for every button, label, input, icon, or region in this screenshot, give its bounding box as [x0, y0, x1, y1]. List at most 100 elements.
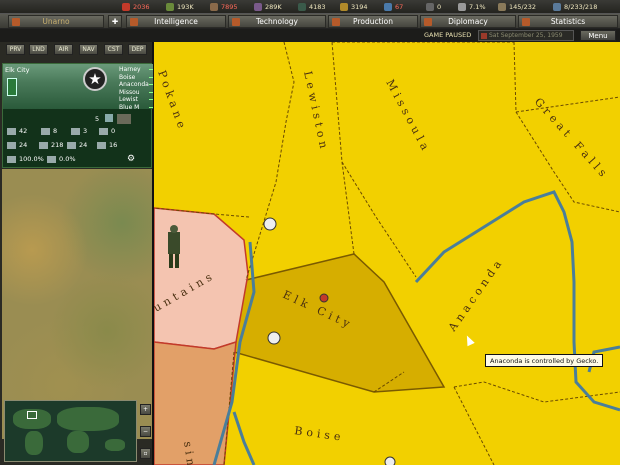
terrain-preview	[2, 169, 152, 439]
research-value: 67	[395, 3, 404, 11]
left-panel: PRV LND AIR NAV CST DEP Elk City ★ Harne…	[0, 42, 154, 465]
unit-count: 5	[95, 115, 100, 123]
minimap-landmass	[105, 439, 125, 451]
stat-drop: 218	[39, 141, 63, 149]
goods-icon	[254, 3, 262, 11]
neighbor-label: Missou	[119, 88, 140, 96]
cross-button[interactable]: ✚	[108, 15, 122, 28]
province-tooltip: Anaconda is controlled by Gecko.	[485, 354, 604, 367]
stat-value: 16	[109, 141, 118, 149]
money-icon	[122, 3, 130, 11]
toggle-icon: ▫	[143, 450, 148, 457]
filter-lnd-button[interactable]: LND	[29, 44, 48, 55]
research-icon	[384, 3, 392, 11]
stat-tool: 8	[41, 127, 57, 135]
filter-prv-button[interactable]: PRV	[6, 44, 25, 55]
factory-icon	[7, 127, 16, 135]
crate-icon	[97, 141, 106, 149]
tool-icon	[41, 127, 50, 135]
stat-value: 100.0%	[19, 155, 44, 163]
filter-dep-button[interactable]: DEP	[128, 44, 147, 55]
drop-icon	[39, 141, 48, 149]
stat-value: 42	[19, 127, 28, 135]
intelligence-button[interactable]: Intelligence	[126, 15, 226, 28]
neighbor-item[interactable]: Boise	[119, 74, 153, 82]
neighbor-item[interactable]: Missou	[119, 89, 153, 97]
food-resource[interactable]: 193K	[166, 0, 194, 14]
neighbor-label: Lewist	[119, 96, 138, 103]
production-icon	[332, 18, 340, 26]
intelligence-icon	[130, 18, 138, 26]
stat-tank: 0	[99, 127, 115, 135]
diplomacy-label: Diplomacy	[448, 17, 488, 26]
minimap-zoom-in-button[interactable]: +	[140, 404, 151, 415]
neighbor-item[interactable]: Harney	[119, 66, 153, 74]
tank-icon	[99, 127, 108, 135]
diplomacy-button[interactable]: Diplomacy	[420, 15, 516, 28]
link-icon	[149, 84, 153, 85]
minimap-zoom-out-button[interactable]: −	[140, 426, 151, 437]
alert-resource[interactable]: 0	[426, 0, 441, 14]
military-resource[interactable]: 8/233/218	[553, 0, 597, 14]
minimap-viewport[interactable]	[27, 411, 37, 419]
oil-resource[interactable]: 4183	[298, 0, 326, 14]
game-paused-label: GAME PAUSED	[424, 31, 472, 39]
city-marker-elk-city[interactable]	[267, 331, 281, 345]
minimap-landmass	[25, 431, 43, 455]
settings-button[interactable]: ⚙	[127, 154, 135, 164]
wheat-icon	[7, 141, 16, 149]
neighbor-item[interactable]: Blue M	[119, 104, 153, 112]
production-button[interactable]: Production	[328, 15, 418, 28]
city-marker-boise[interactable]	[384, 456, 396, 465]
alert-value: 0	[437, 3, 442, 11]
stat-value: 3	[83, 127, 88, 135]
approval-resource[interactable]: 7.1%	[458, 0, 486, 14]
link-icon	[149, 91, 153, 93]
raw-materials-value: 7895	[221, 3, 238, 11]
approval-value: 7.1%	[469, 3, 486, 11]
money-resource[interactable]: 2036	[122, 0, 150, 14]
minimap[interactable]	[4, 400, 137, 462]
plus-icon: ✚	[111, 17, 119, 26]
neighbor-item[interactable]: Lewist	[119, 96, 153, 104]
statistics-button[interactable]: Statistics	[518, 15, 618, 28]
nation-name: Unarno	[42, 17, 70, 26]
capital-marker[interactable]	[319, 293, 329, 303]
alert-icon	[426, 3, 434, 11]
population-resource[interactable]: 145/232	[498, 0, 536, 14]
raw-materials-icon	[210, 3, 218, 11]
nation-selector[interactable]: Unarno	[8, 15, 104, 28]
gear-icon	[71, 127, 80, 135]
date-display[interactable]: Sat September 25, 1959	[478, 30, 574, 41]
filter-nav-button[interactable]: NAV	[79, 44, 98, 55]
population-icon	[498, 3, 506, 11]
neighbor-label: Blue M	[119, 103, 140, 111]
filter-cst-button[interactable]: CST	[104, 44, 123, 55]
world-map[interactable]: Pokane Lewiston Missoula Great Falls Ana…	[154, 42, 620, 465]
raw-materials-resource[interactable]: 7895	[210, 0, 238, 14]
research-resource[interactable]: 67	[384, 0, 403, 14]
filter-air-button[interactable]: AIR	[54, 44, 73, 55]
minimap-landmass	[57, 407, 119, 431]
minimap-toggle-button[interactable]: ▫	[140, 448, 151, 459]
goods-resource[interactable]: 289K	[254, 0, 282, 14]
intelligence-label: Intelligence	[154, 17, 198, 26]
city-marker-lewiston[interactable]	[263, 217, 277, 231]
map-regions[interactable]: Pokane Lewiston Missoula Great Falls Ana…	[154, 42, 620, 465]
stat-factory: 42	[7, 127, 27, 135]
neighbor-item[interactable]: Anaconda	[119, 81, 153, 89]
cash-resource[interactable]: 3194	[340, 0, 368, 14]
stat-value: 24	[19, 141, 28, 149]
technology-label: Technology	[255, 17, 298, 26]
stat-ship: 0.0%	[47, 155, 76, 163]
statistics-icon	[522, 18, 530, 26]
garrison-icon	[117, 114, 131, 124]
food-icon	[166, 3, 174, 11]
stat-value: 8	[53, 127, 58, 135]
neighbor-label: Harney	[119, 66, 141, 73]
technology-button[interactable]: Technology	[228, 15, 326, 28]
date-text: Sat September 25, 1959	[489, 32, 563, 39]
menu-button[interactable]: Menu	[580, 30, 616, 41]
status-row: GAME PAUSED Sat September 25, 1959 Menu	[0, 29, 620, 42]
production-label: Production	[353, 17, 393, 26]
